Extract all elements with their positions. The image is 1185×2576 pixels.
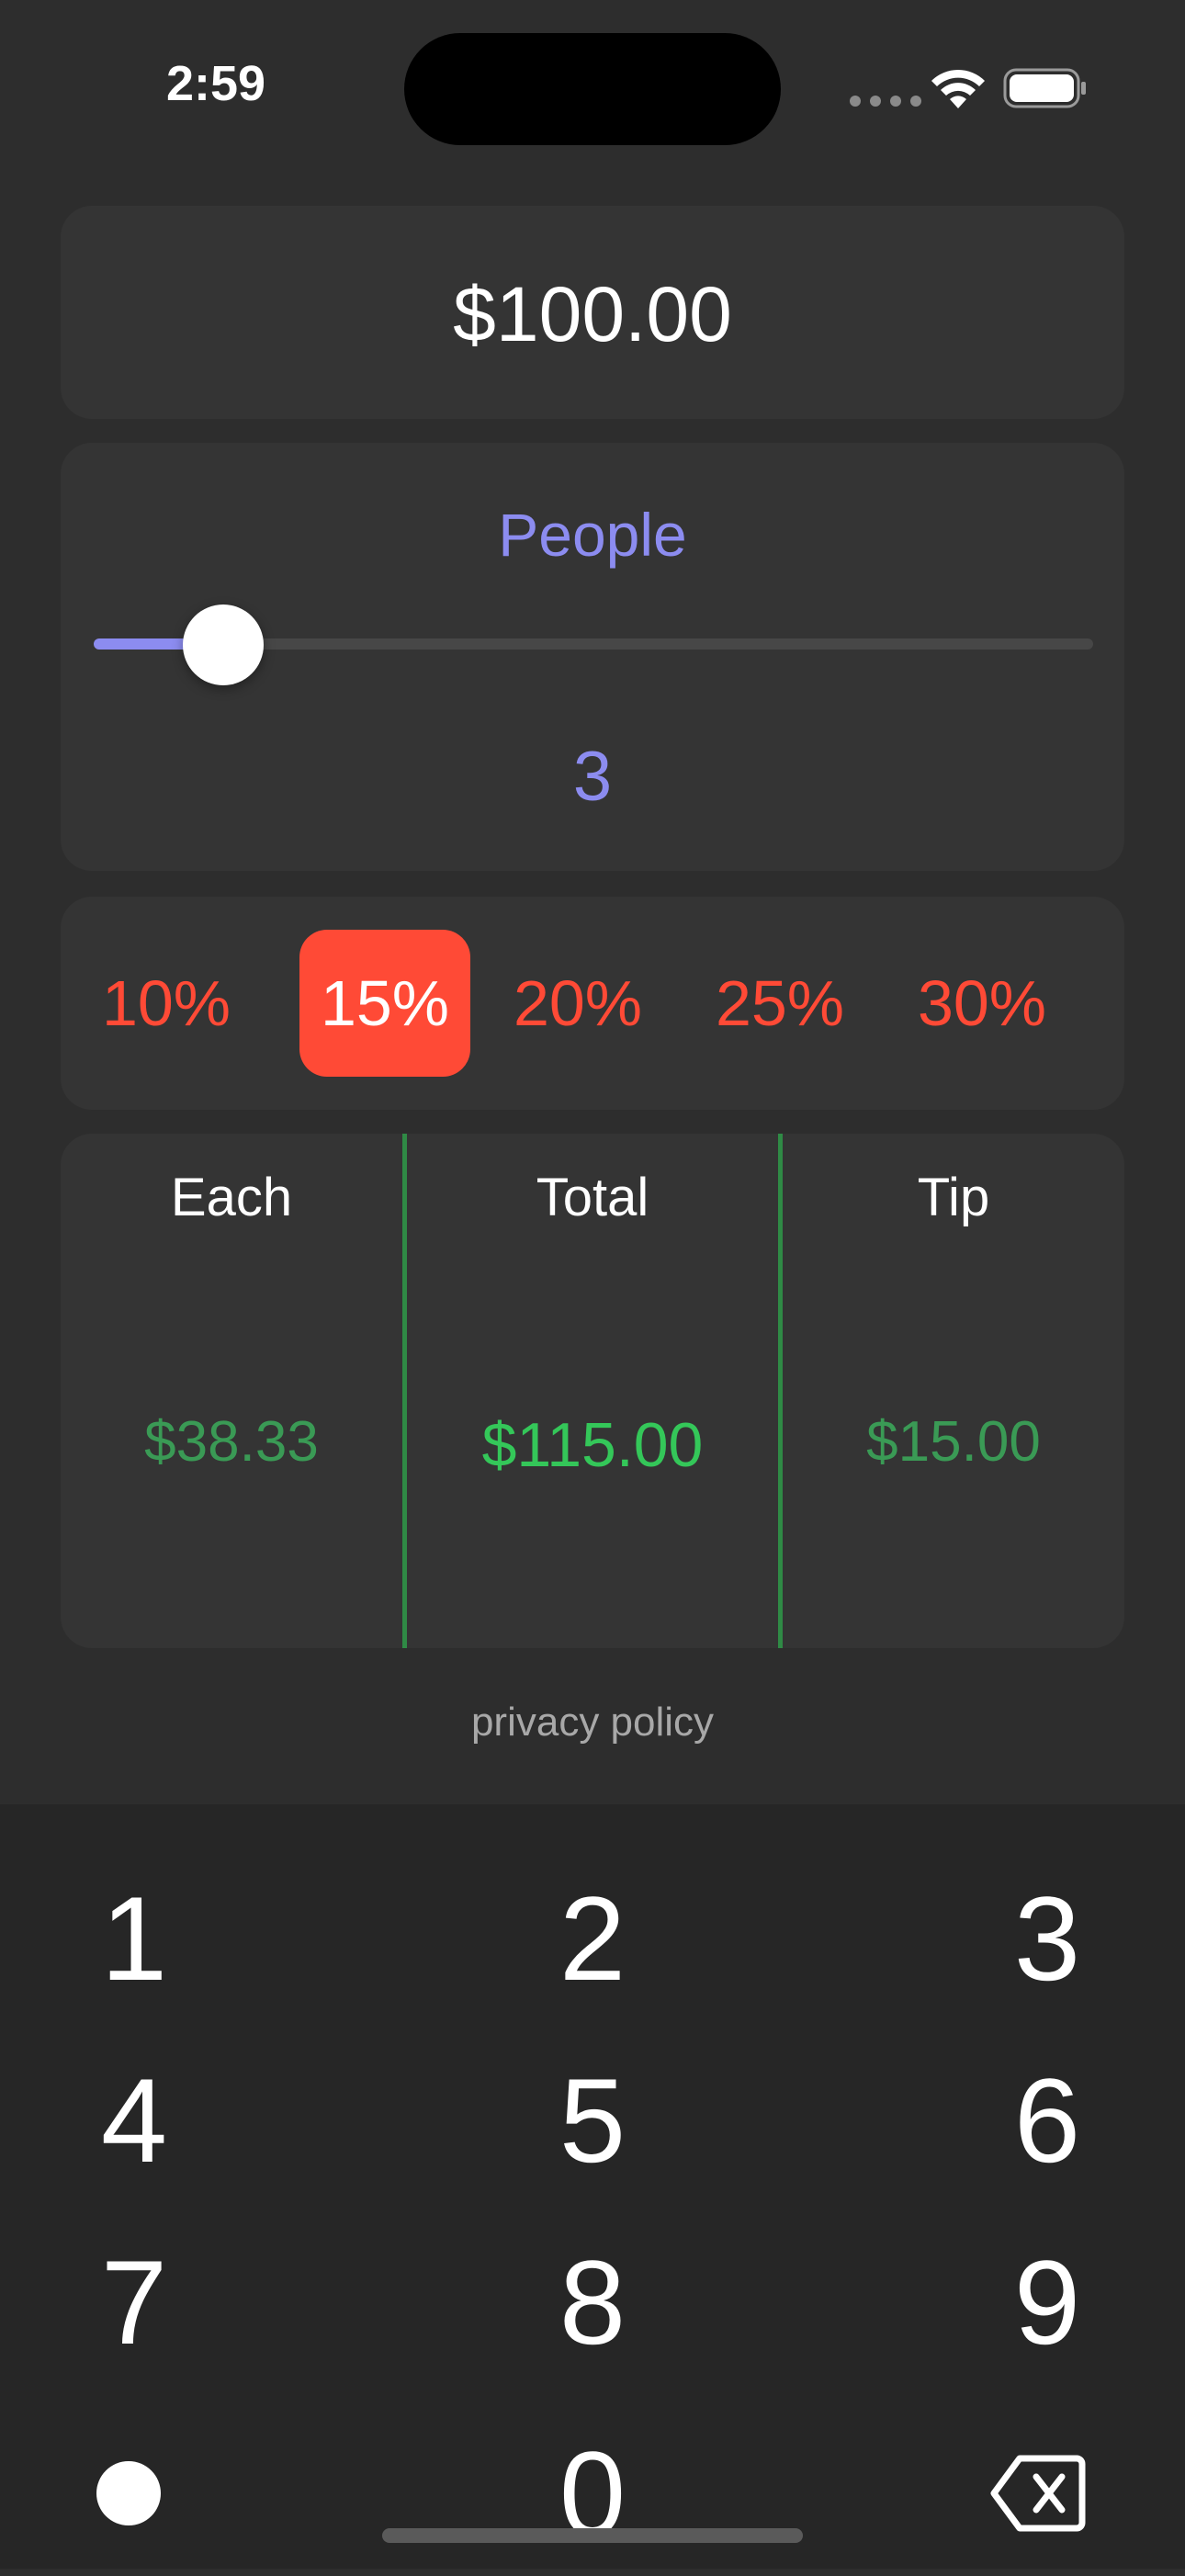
key-1[interactable]: 1 [24, 1856, 244, 2021]
result-total-label: Total [536, 1168, 649, 1227]
people-card: People 3 [61, 443, 1124, 871]
result-tip-value: $15.00 [866, 1410, 1041, 1474]
key-7[interactable]: 7 [24, 2220, 244, 2385]
tip-option-20[interactable]: 20% [492, 930, 663, 1077]
result-total: Total $115.00 [407, 1134, 778, 1648]
numeric-keypad: 1 2 3 4 5 6 7 8 9 0 [0, 1804, 1185, 2569]
key-5[interactable]: 5 [482, 2038, 703, 2203]
home-indicator[interactable] [382, 2528, 803, 2543]
key-4[interactable]: 4 [24, 2038, 244, 2203]
result-tip-label: Tip [917, 1168, 990, 1227]
result-tip: Tip $15.00 [783, 1134, 1124, 1648]
key-delete[interactable] [928, 2411, 1148, 2576]
key-6[interactable]: 6 [937, 2038, 1157, 2203]
key-2[interactable]: 2 [482, 1856, 703, 2021]
tip-options: 10% 15% 20% 25% 30% [61, 930, 1124, 1077]
tip-option-25[interactable]: 25% [694, 930, 865, 1077]
tip-option-10[interactable]: 10% [81, 930, 252, 1077]
dot-icon [96, 2461, 161, 2525]
privacy-policy-link[interactable]: privacy policy [0, 1700, 1185, 1746]
bill-amount-card[interactable]: $100.00 [61, 206, 1124, 419]
status-time: 2:59 [165, 56, 266, 111]
people-count-value: 3 [572, 738, 613, 816]
wifi-icon [931, 69, 985, 108]
results-card: Each $38.33 Total $115.00 Tip $15.00 [61, 1134, 1124, 1648]
tip-percentage-card: 10% 15% 20% 25% 30% [61, 897, 1124, 1110]
key-decimal[interactable] [18, 2411, 239, 2576]
people-label: People [498, 501, 687, 569]
key-8[interactable]: 8 [482, 2220, 703, 2385]
result-total-value: $115.00 [481, 1410, 704, 1480]
result-each-label: Each [170, 1168, 293, 1227]
key-3[interactable]: 3 [937, 1856, 1157, 2021]
tip-option-15[interactable]: 15% [299, 930, 470, 1077]
result-each: Each $38.33 [61, 1134, 402, 1648]
dynamic-island [404, 33, 781, 145]
cellular-signal-icon [850, 96, 921, 107]
backspace-icon [990, 2455, 1086, 2532]
people-slider[interactable] [94, 604, 1093, 685]
battery-icon [1003, 68, 1086, 108]
slider-thumb[interactable] [183, 604, 265, 685]
result-each-value: $38.33 [144, 1410, 319, 1474]
bill-amount-value[interactable]: $100.00 [61, 270, 1124, 359]
key-9[interactable]: 9 [937, 2220, 1157, 2385]
tip-option-30[interactable]: 30% [897, 930, 1067, 1077]
key-0[interactable]: 0 [482, 2411, 703, 2576]
status-bar: 2:59 [0, 0, 1185, 184]
